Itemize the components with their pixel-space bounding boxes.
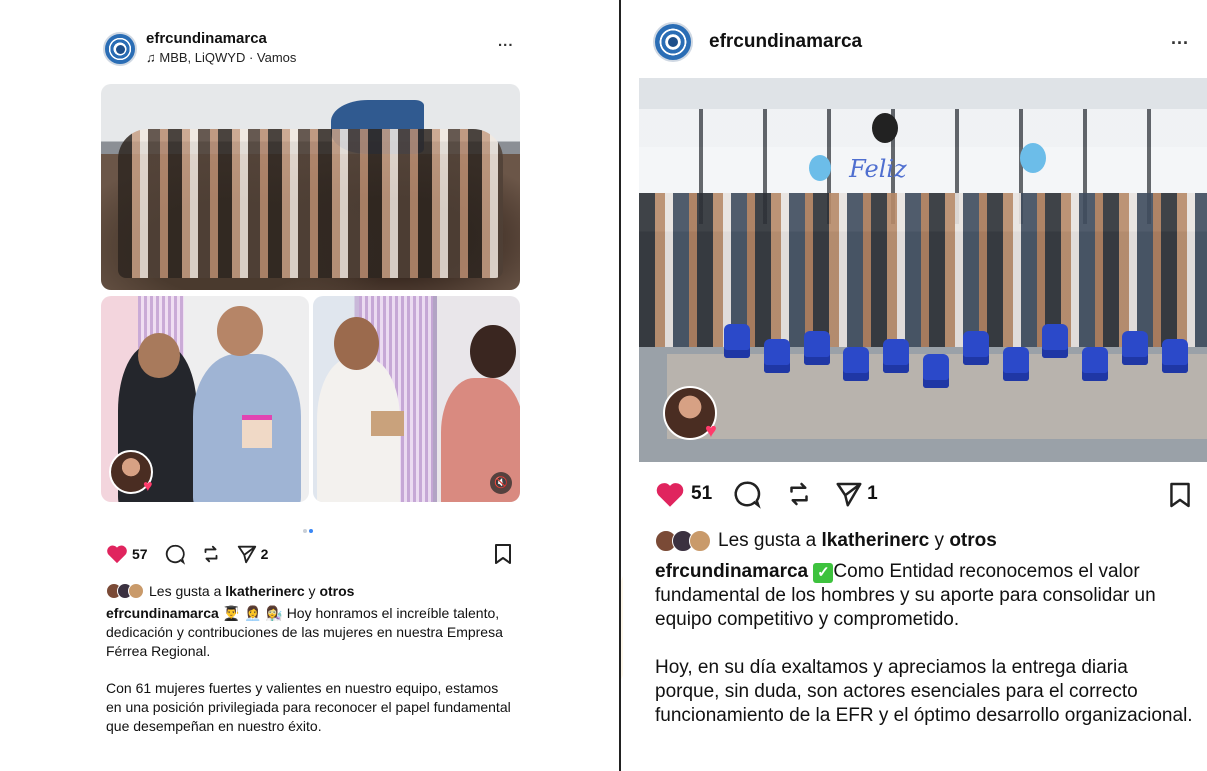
profile-avatar[interactable] xyxy=(103,32,137,66)
gift-bag xyxy=(1082,346,1109,381)
comment-icon xyxy=(165,544,185,565)
post-username[interactable]: efrcundinamarca xyxy=(146,30,267,47)
gift-bag xyxy=(1002,346,1029,381)
caption-paragraph-2: Hoy, en su día exaltamos y apreciamos la… xyxy=(655,657,1193,726)
liked-by-line[interactable]: Les gusta a lkatherinerc y otros xyxy=(655,530,997,552)
music-info[interactable]: ♫ MBB, LiQWYD · Vamos xyxy=(146,50,296,65)
caption-emojis: 👨‍🎓 👩‍💼 👩‍🔬 xyxy=(222,605,283,621)
gift-bag xyxy=(1121,331,1148,366)
heart-filled-icon xyxy=(107,545,127,564)
gift-bag xyxy=(1042,323,1069,358)
man-face xyxy=(333,316,380,371)
post-actions: 57 2 xyxy=(106,542,268,566)
left-post-panel: efrcundinamarca ♫ MBB, LiQWYD · Vamos ..… xyxy=(0,0,621,771)
carousel-dot xyxy=(303,529,307,533)
gift-bag xyxy=(803,331,830,366)
feliz-sign: Feliz xyxy=(849,154,907,183)
like-button[interactable]: 57 xyxy=(106,544,148,564)
gift-bag xyxy=(962,331,989,366)
music-note-icon: ♫ xyxy=(146,50,156,65)
gift-bag xyxy=(923,354,949,389)
mute-icon[interactable]: 🔇 xyxy=(490,472,512,494)
caption-username[interactable]: efrcundinamarca xyxy=(106,605,219,621)
liked-by-line[interactable]: Les gusta a lkatherinerc y otros xyxy=(106,583,354,599)
share-button[interactable]: 2 xyxy=(236,543,269,565)
repost-icon xyxy=(204,545,217,563)
gift-bag xyxy=(843,346,870,381)
shares-count: 2 xyxy=(260,546,269,562)
post-caption: efrcundinamarca ✓ Como Entidad reconocemo… xyxy=(655,560,1195,728)
liked-by-join: y xyxy=(934,530,945,551)
gift-handover-photo-1[interactable]: ♥ xyxy=(101,296,309,502)
repost-button[interactable] xyxy=(200,543,222,565)
carousel-dot-active xyxy=(309,529,313,533)
group-photo-men[interactable]: Feliz ♥ xyxy=(639,78,1207,462)
repost-button[interactable] xyxy=(784,479,814,509)
comment-button[interactable] xyxy=(164,543,186,565)
more-options-button[interactable]: ... xyxy=(498,33,514,50)
gift-bag xyxy=(763,339,790,374)
post-username[interactable]: efrcundinamarca xyxy=(709,31,862,53)
comment-button[interactable] xyxy=(732,479,762,509)
liked-by-user[interactable]: lkatherinerc xyxy=(225,583,304,599)
like-button[interactable]: 51 xyxy=(655,481,712,508)
liked-by-others[interactable]: otros xyxy=(949,530,997,552)
liked-by-prefix: Les gusta a xyxy=(149,583,222,599)
gift-handover-photo-2[interactable]: 🔇 xyxy=(313,296,520,502)
heart-filled-icon xyxy=(656,482,684,507)
liked-by-avatars xyxy=(106,583,144,599)
send-icon xyxy=(836,482,862,507)
woman-face xyxy=(470,324,516,379)
carousel-dots xyxy=(302,520,314,538)
bookmark-icon xyxy=(495,544,511,564)
man-face xyxy=(217,306,264,356)
black-balloon xyxy=(871,112,898,143)
liked-by-prefix: Les gusta a xyxy=(718,530,817,551)
save-button[interactable] xyxy=(494,543,512,570)
repost-icon xyxy=(790,482,808,506)
gift-bag xyxy=(1161,339,1188,374)
group-people xyxy=(117,129,504,278)
check-mark-icon: ✓ xyxy=(813,563,834,583)
post-caption: efrcundinamarca 👨‍🎓 👩‍💼 👩‍🔬 Hoy honramos… xyxy=(106,604,516,736)
caption-username[interactable]: efrcundinamarca xyxy=(655,561,808,582)
more-options-button[interactable]: ... xyxy=(1171,28,1189,49)
likes-count: 51 xyxy=(691,483,713,504)
profile-avatar[interactable] xyxy=(653,22,693,62)
group-people xyxy=(639,193,1207,347)
gift-box xyxy=(242,415,272,449)
likes-count: 57 xyxy=(132,546,148,562)
gift-bag xyxy=(883,339,910,374)
heart-badge-icon: ♥ xyxy=(143,478,153,495)
liked-by-avatars xyxy=(655,530,711,552)
gift-box xyxy=(370,411,405,437)
heart-badge-icon: ♥ xyxy=(705,420,717,442)
group-photo-women[interactable] xyxy=(101,84,520,290)
send-icon xyxy=(237,545,256,564)
gift-bag xyxy=(724,323,751,358)
post-actions: 51 1 xyxy=(655,479,878,509)
blue-balloon xyxy=(1019,143,1046,174)
caption-paragraph-2: Con 61 mujeres fuertes y valientes en nu… xyxy=(106,680,511,734)
comment-icon xyxy=(734,481,761,509)
shares-count: 1 xyxy=(867,483,878,504)
bookmark-icon xyxy=(1170,482,1190,508)
save-button[interactable] xyxy=(1169,481,1191,514)
music-text: MBB, LiQWYD · Vamos xyxy=(159,50,297,65)
liked-by-join: y xyxy=(308,583,316,599)
liked-by-others[interactable]: otros xyxy=(319,583,354,599)
liked-by-user[interactable]: lkatherinerc xyxy=(822,530,930,552)
share-button[interactable]: 1 xyxy=(834,479,878,509)
